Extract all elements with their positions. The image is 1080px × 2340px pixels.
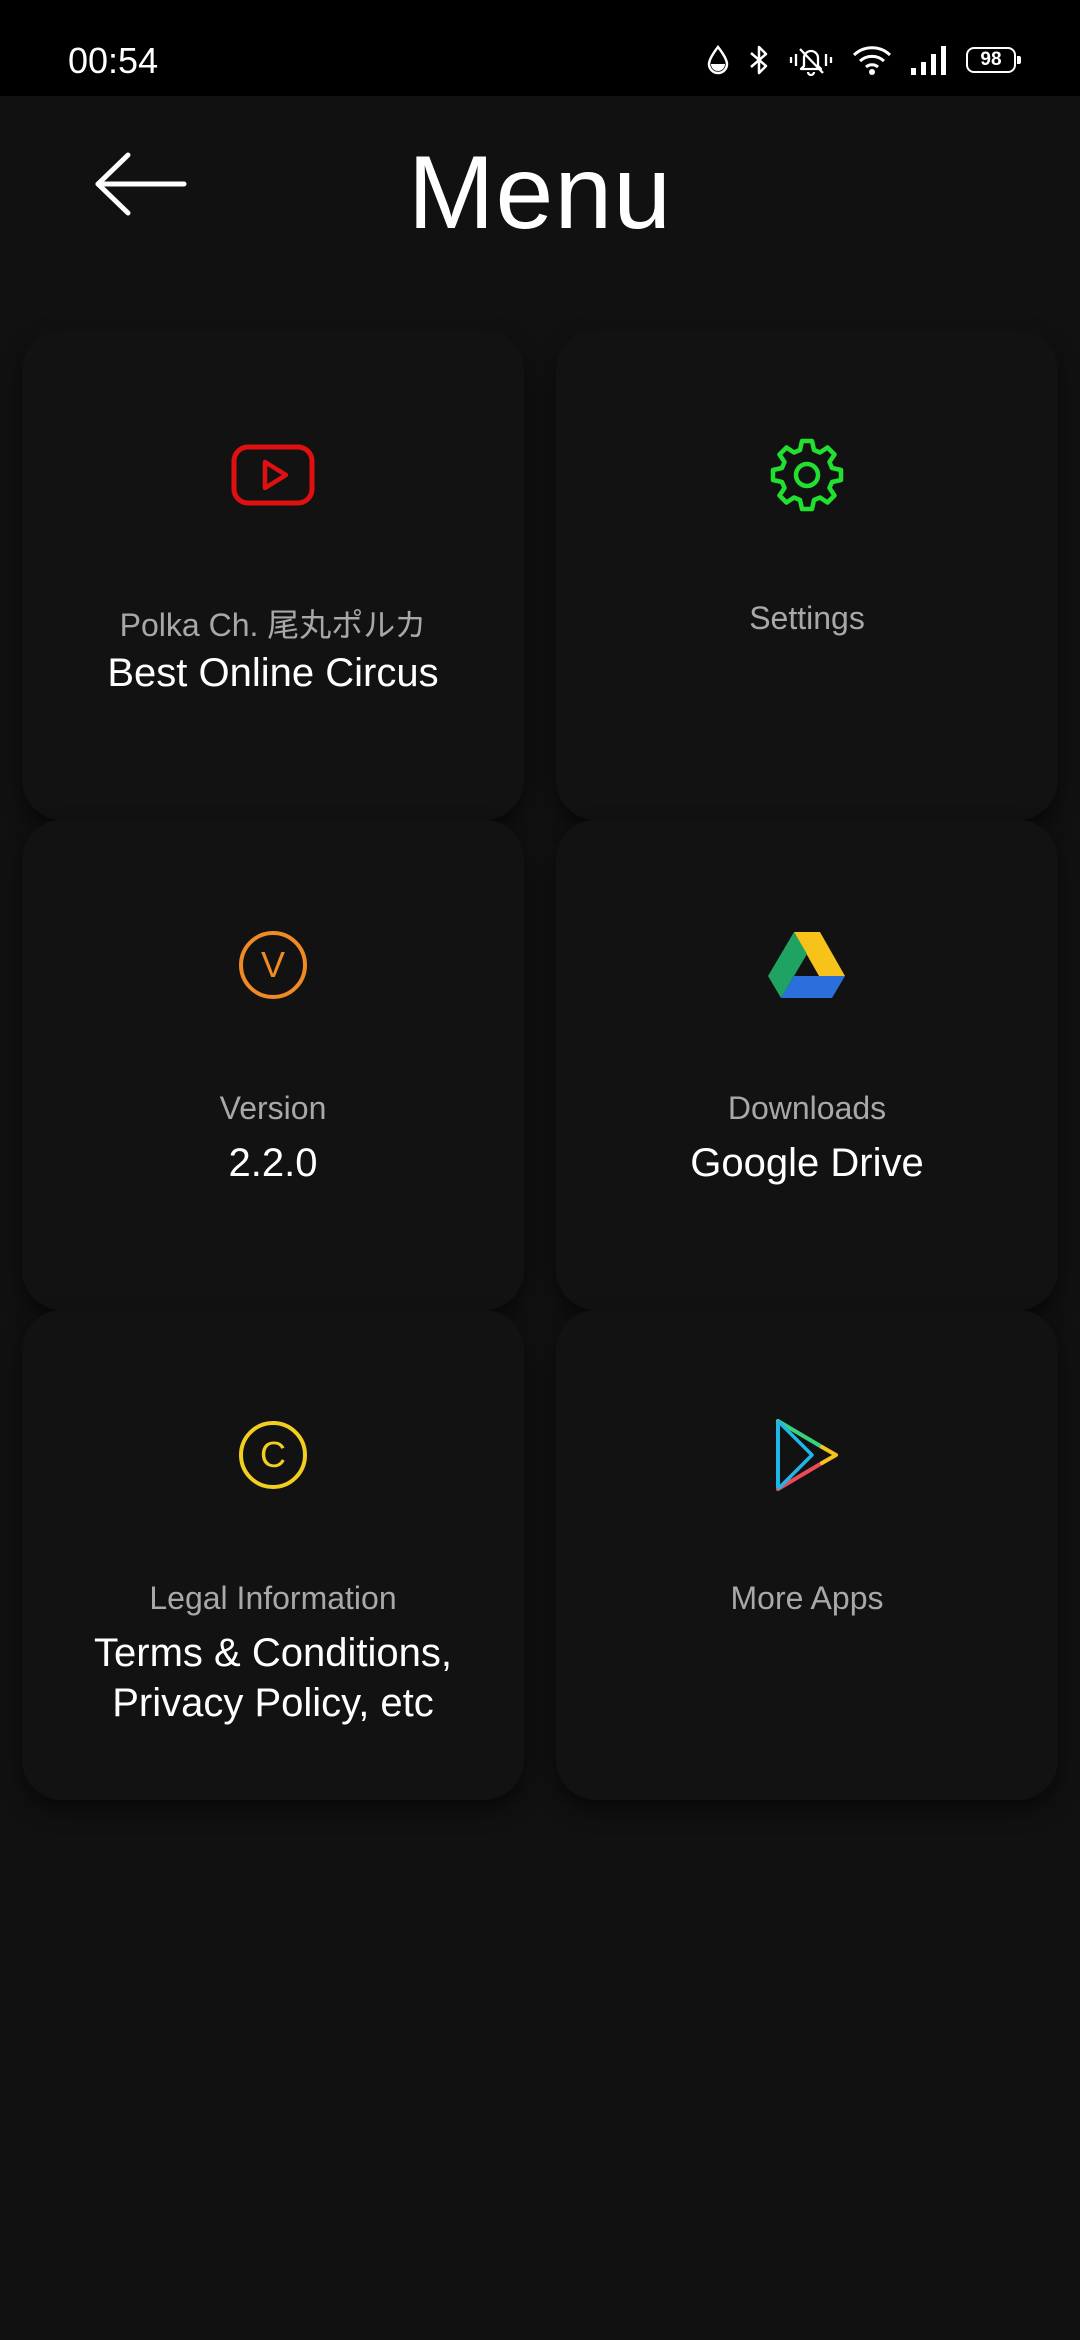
v-letter: V (239, 931, 307, 999)
signal-icon (910, 44, 948, 76)
battery-icon: 98 (966, 47, 1021, 73)
page-title: Menu (407, 135, 673, 251)
downloads-label: Downloads (727, 1090, 887, 1126)
settings-card[interactable]: Settings (556, 330, 1058, 820)
more-apps-card[interactable]: More Apps (556, 1310, 1058, 1800)
youtube-icon (228, 430, 318, 520)
water-drop-icon (706, 45, 730, 75)
legal-card[interactable]: C Legal Information Terms & Conditions, … (22, 1310, 524, 1800)
v-circle-icon: V (228, 920, 318, 1010)
gear-icon (762, 430, 852, 520)
menu-grid: Polka Ch. 尾丸ポルカ Best Online Circus Setti… (22, 330, 1058, 1800)
version-card[interactable]: V Version 2.2.0 (22, 820, 524, 1310)
google-drive-icon (762, 920, 852, 1010)
legal-title: Terms & Conditions, Privacy Policy, etc (94, 1631, 452, 1725)
downloads-card[interactable]: Downloads Google Drive (556, 820, 1058, 1310)
header: Menu (0, 96, 1080, 296)
channel-name: Polka Ch. 尾丸ポルカ (119, 607, 427, 643)
status-bar: 00:54 98 (0, 0, 1080, 96)
legal-label: Legal Information (149, 1580, 397, 1616)
channel-card[interactable]: Polka Ch. 尾丸ポルカ Best Online Circus (22, 330, 524, 820)
version-label: Version (219, 1090, 327, 1126)
version-value: 2.2.0 (228, 1141, 318, 1185)
play-store-icon (762, 1410, 852, 1500)
c-letter: C (239, 1421, 307, 1489)
status-icons: 98 (706, 44, 1021, 76)
channel-title: Best Online Circus (107, 651, 439, 695)
downloads-title: Google Drive (690, 1141, 924, 1185)
status-time: 00:54 (68, 40, 159, 81)
bluetooth-icon (748, 44, 770, 76)
vibrate-icon (788, 44, 834, 76)
more-apps-label: More Apps (730, 1580, 884, 1616)
wifi-icon (852, 44, 892, 76)
settings-label: Settings (749, 600, 865, 636)
c-circle-icon: C (228, 1410, 318, 1500)
